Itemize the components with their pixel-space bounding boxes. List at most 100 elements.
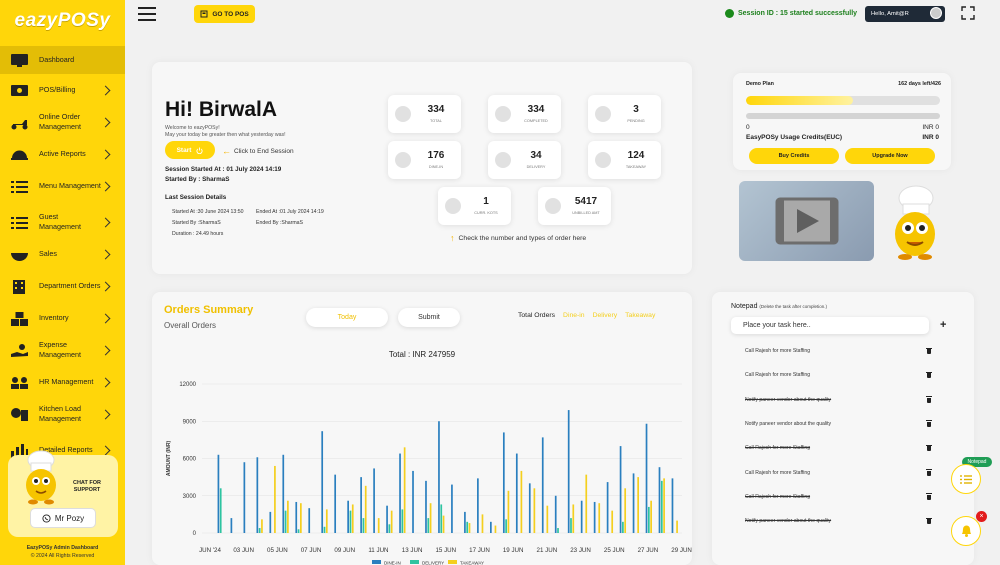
session-started-by: Started By : SharmaS [165,176,230,183]
orders-summary-title: Orders Summary [164,304,254,316]
tab-delivery[interactable]: Delivery [593,312,618,319]
bar-dine-in [477,478,479,533]
tutorial-video[interactable] [739,181,874,261]
food-cloche-icon [10,147,29,162]
sidebar-item-label: Active Reports [39,149,86,158]
bar-takeaway [364,485,367,533]
trash-icon[interactable] [926,396,932,403]
stat-card-delivery[interactable]: 34 DELIVERY [488,141,561,179]
mr-pozy-button[interactable]: Mr Pozy [30,508,96,528]
stat-card-curr-kots[interactable]: 1 CURR. KOTS [438,187,511,225]
buy-credits-button[interactable]: Buy Credits [749,148,839,164]
bar-dine-in [243,462,246,533]
task-item[interactable]: Call Rajesh for more Staffing [745,372,810,378]
list-icon [960,474,972,484]
task-item[interactable]: Notify paneer vendor about the quality [745,397,831,403]
task-input[interactable]: Place your task here.. [731,317,929,334]
notification-bell-button[interactable] [951,516,981,546]
trash-icon[interactable] [926,371,932,379]
bar-delivery [401,509,404,533]
task-item[interactable]: Notify paneer vendor about the quality [745,421,831,427]
bar-dine-in [347,500,349,533]
app-logo[interactable]: eazyPOSy [0,0,125,42]
bar-takeaway [403,447,406,533]
stat-card-takeaway[interactable]: 124 TAKEAWAY [588,141,661,179]
footer-copyright: © 2024 All Rights Reserved [30,553,95,559]
trash-icon[interactable] [926,420,932,427]
close-icon[interactable]: × [976,511,987,522]
sidebar-item-department-orders[interactable]: Department Orders [0,268,125,304]
end-session-text: Click to End Session [234,147,294,155]
today-date-button[interactable]: Today [306,308,388,327]
fullscreen-icon[interactable] [961,6,975,20]
stat-card-dine-in[interactable]: 176 DINE-IN [388,141,461,179]
sidebar-item-expense-management[interactable]: Expense Management [0,332,125,368]
stat-card-total[interactable]: 334 TOTAL [388,95,461,133]
add-task-icon[interactable]: + [940,319,946,331]
stat-card-completed[interactable]: 334 COMPLETED [488,95,561,133]
sidebar-item-active-reports[interactable]: Active Reports [0,140,125,168]
legend-swatch [372,560,381,564]
sidebar-item-guest-management[interactable]: Guest Management [0,204,125,240]
bar-delivery [362,518,365,533]
trash-icon[interactable] [926,469,932,476]
bar-takeaway [429,503,432,533]
credits-total: INR 0 [922,134,939,141]
footer-title: EazyPOSy Admin Dashboard [26,545,99,551]
bar-delivery [570,518,572,533]
tab-total-orders[interactable]: Total Orders [518,312,555,319]
trash-icon[interactable] [926,444,932,452]
x-tick-label: 19 JUN [503,547,524,554]
sidebar-item-menu-management[interactable]: Menu Management [0,168,125,204]
notepad-float-button[interactable] [951,464,981,494]
bar-delivery [647,506,650,533]
trash-icon[interactable] [926,493,932,500]
task-item[interactable]: Call Rajesh for more Staffing [745,348,810,354]
hamburger-menu-icon[interactable] [138,7,156,21]
orders-summary-card: Orders Summary Overall Orders Today Subm… [152,292,692,565]
y-tick-label: 12000 [179,382,196,388]
orders-summary-subtitle: Overall Orders [164,321,217,330]
hr-people-icon [10,375,29,390]
sidebar-item-hr-management[interactable]: HR Management [0,368,125,396]
go-to-pos-button[interactable]: GO TO POS [194,5,255,23]
bar-dine-in [515,453,518,533]
start-session-button[interactable]: Start [165,141,215,159]
avatar[interactable] [930,7,942,19]
sidebar-item-label: Inventory [39,313,69,322]
chevron-right-icon [100,345,111,355]
y-tick-label: 6000 [183,457,197,463]
stat-card-pending[interactable]: 3 PENDING [588,95,661,133]
last-started-at: Started At :30 June 2024 13:50 [172,209,244,215]
stat-icon [395,152,411,168]
bar-dine-in [295,501,298,533]
upgrade-now-button[interactable]: Upgrade Now [845,148,935,164]
task-item[interactable]: Call Rajesh for more Staffing [745,494,810,500]
trash-icon[interactable] [926,347,932,354]
sidebar-item-dashboard[interactable]: Dashboard [0,46,125,74]
bar-delivery [297,529,300,533]
sidebar-item-kitchen-load-management[interactable]: Kitchen Load Management [0,396,125,432]
notepad-title-text: Notepad [731,303,758,310]
sidebar-item-sales[interactable]: Sales [0,240,125,268]
sidebar-item-pos-billing[interactable]: POS/Billing [0,76,125,104]
stat-card-unbilled-amt[interactable]: 5417 UNBILLED AMT [538,187,611,225]
credits-progress-bar [746,113,940,119]
chevron-right-icon [100,313,111,323]
tab-takeaway[interactable]: Takeaway [625,312,655,319]
x-tick-label: 27 JUN [638,547,659,554]
task-item[interactable]: Call Rajesh for more Staffing [745,470,810,476]
trash-icon[interactable] [926,517,932,525]
task-item[interactable]: Call Rajesh for more Staffing [745,445,810,451]
bar-delivery [427,518,430,533]
plan-header: Demo Plan 162 days left/426 [746,81,941,87]
submit-button[interactable]: Submit [398,308,460,327]
tab-dine-in[interactable]: Dine-in [563,312,585,319]
sidebar-item-inventory[interactable]: Inventory [0,304,125,332]
stat-icon [395,106,411,122]
task-item[interactable]: Notify paneer vendor about the quality [745,518,831,524]
bar-takeaway [650,500,652,533]
kitchen-load-icon [10,407,29,422]
sidebar-item-online-order-management[interactable]: Online Order Management [0,104,125,140]
bar-takeaway [520,470,523,533]
